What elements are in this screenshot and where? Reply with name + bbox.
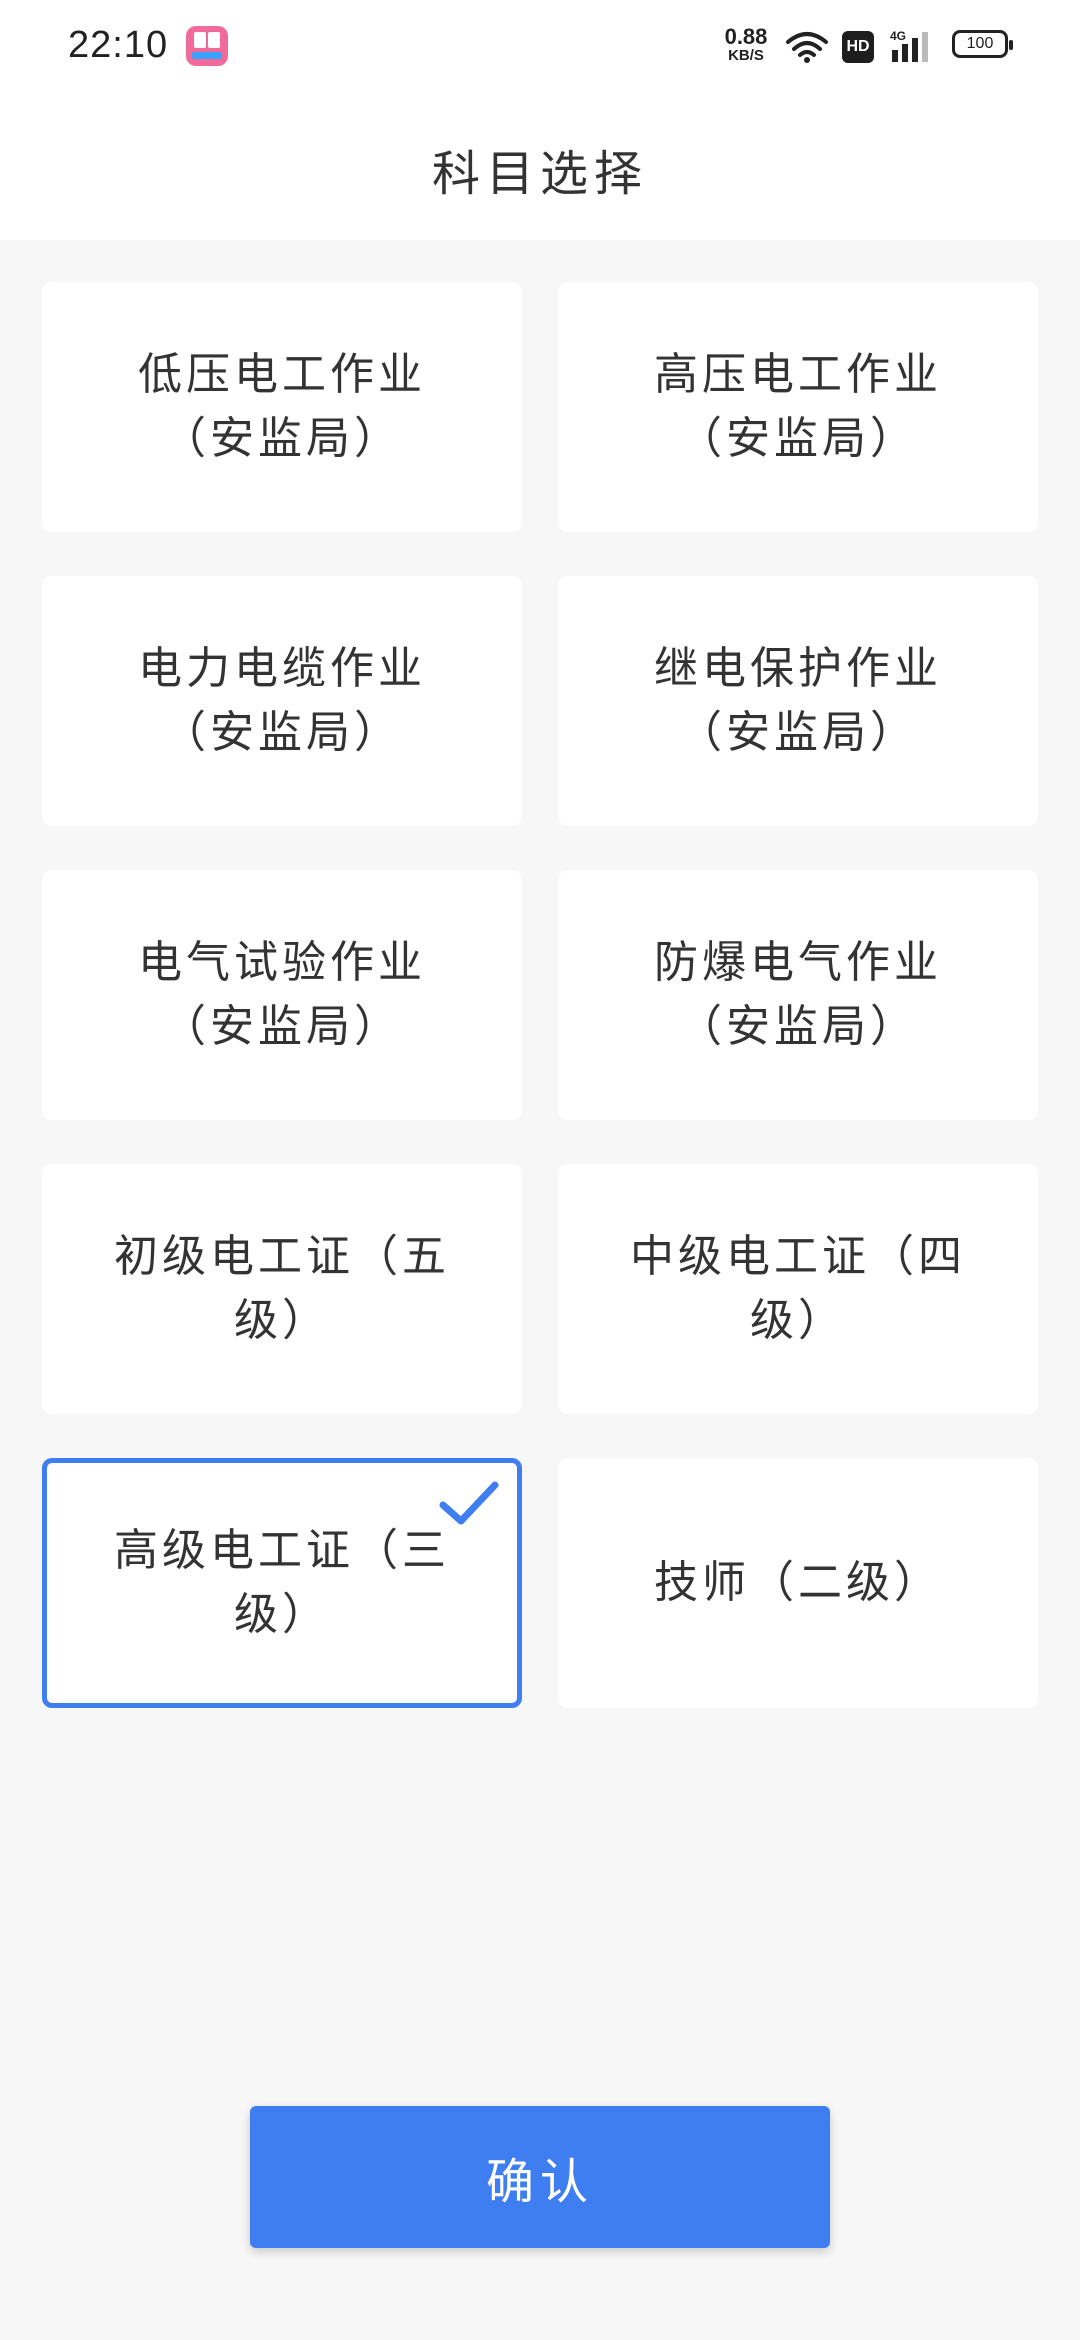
status-time: 22:10: [68, 24, 169, 66]
subject-card[interactable]: 防爆电气作业（安监局）: [558, 870, 1038, 1120]
subject-label: 技师（二级）: [654, 1557, 942, 1608]
subject-card-selected[interactable]: 高级电工证（三级）: [42, 1458, 522, 1708]
subject-label: 初级电工证（五级）: [114, 1231, 450, 1346]
subject-card[interactable]: 电力电缆作业（安监局）: [42, 576, 522, 826]
subject-card[interactable]: 高压电工作业（安监局）: [558, 282, 1038, 532]
subject-card[interactable]: 电气试验作业（安监局）: [42, 870, 522, 1120]
subject-label: 高级电工证（三级）: [114, 1525, 450, 1640]
network-speed: 0.88 KB/S: [718, 26, 774, 64]
network-type: 4G: [890, 29, 906, 43]
subject-card[interactable]: 低压电工作业（安监局）: [42, 282, 522, 532]
status-bar: 22:10 0.88 KB/S HD 4G 100: [0, 0, 1080, 96]
subject-label: 中级电工证（四级）: [630, 1231, 966, 1346]
subject-card[interactable]: 技师（二级）: [558, 1458, 1038, 1708]
subject-card[interactable]: 中级电工证（四级）: [558, 1164, 1038, 1414]
subject-label: 继电保护作业（安监局）: [654, 643, 942, 758]
subject-label: 高压电工作业（安监局）: [654, 349, 942, 464]
subject-grid: 低压电工作业（安监局） 高压电工作业（安监局） 电力电缆作业（安监局） 继电保护…: [0, 240, 1080, 1740]
wifi-icon: [786, 32, 828, 63]
subject-label: 防爆电气作业（安监局）: [654, 937, 942, 1052]
battery-icon: 100: [952, 30, 1013, 58]
cellular-signal-icon: 4G: [890, 29, 928, 62]
subject-label: 电力电缆作业（安监局）: [138, 643, 426, 758]
hd-icon: HD: [842, 31, 874, 63]
confirm-button[interactable]: 确认: [250, 2106, 830, 2248]
subject-label: 电气试验作业（安监局）: [138, 937, 426, 1052]
subject-label: 低压电工作业（安监局）: [138, 349, 426, 464]
bilibili-app-icon: [186, 26, 228, 66]
app-header: 科目选择: [0, 96, 1080, 240]
subject-card[interactable]: 继电保护作业（安监局）: [558, 576, 1038, 826]
checkmark-icon: [439, 1481, 499, 1525]
network-speed-unit: KB/S: [728, 47, 764, 64]
subject-card[interactable]: 初级电工证（五级）: [42, 1164, 522, 1414]
page-title: 科目选择: [431, 146, 648, 202]
network-speed-value: 0.88: [724, 24, 768, 49]
